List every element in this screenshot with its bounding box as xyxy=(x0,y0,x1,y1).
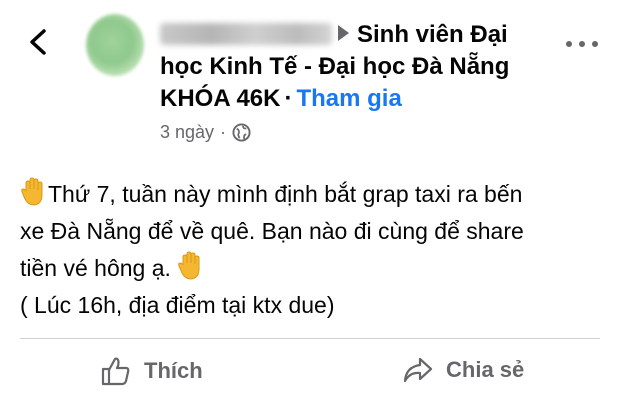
avatar[interactable] xyxy=(86,14,144,76)
header-line-1: Sinh viên Đại xyxy=(160,19,540,51)
author-name-blurred[interactable] xyxy=(160,23,332,45)
group-name-part-3[interactable]: KHÓA 46K xyxy=(160,85,280,112)
separator-dot: · xyxy=(284,85,293,112)
post-text: Thứ 7, tuần này mình định bắt grap taxi … xyxy=(20,176,600,324)
post-line-1: Thứ 7, tuần này mình định bắt grap taxi … xyxy=(20,176,600,213)
globe-icon xyxy=(232,122,251,142)
group-name-part-2[interactable]: học Kinh Tế - Đại học Đà Nẵng xyxy=(160,51,540,83)
like-button[interactable]: Thích xyxy=(100,355,203,387)
triangle-right-icon xyxy=(338,25,349,41)
share-button[interactable]: Chia sẻ xyxy=(402,355,524,385)
post-line-3: tiền vé hông ạ. xyxy=(20,250,600,287)
chevron-left-icon xyxy=(30,29,46,55)
group-name-part-1[interactable]: Sinh viên Đại xyxy=(357,21,508,48)
meta-separator: · xyxy=(220,122,227,142)
waving-hand-icon xyxy=(178,251,200,280)
back-button[interactable] xyxy=(24,26,52,58)
like-label: Thích xyxy=(144,358,203,383)
thumbs-up-icon xyxy=(101,357,130,386)
share-arrow-icon xyxy=(403,357,433,383)
more-dot xyxy=(579,41,585,47)
post-text-line-2: xe Đà Nẵng để về quê. Bạn nào đi cùng để… xyxy=(20,218,524,244)
more-dot xyxy=(566,41,572,47)
post-text-line-1: Thứ 7, tuần này mình định bắt grap taxi … xyxy=(48,181,523,207)
more-options-button[interactable] xyxy=(566,38,598,50)
more-dot xyxy=(592,41,598,47)
join-group-link[interactable]: Tham gia xyxy=(296,85,401,112)
header-line-3: KHÓA 46K · Tham gia xyxy=(160,83,540,115)
action-divider xyxy=(20,338,600,339)
post-text-line-4: ( Lúc 16h, địa điểm tại ktx due) xyxy=(20,292,335,318)
post-header: Sinh viên Đại học Kinh Tế - Đại học Đà N… xyxy=(160,19,540,115)
share-label: Chia sẻ xyxy=(446,357,525,382)
post-meta: 3 ngày · xyxy=(160,121,251,143)
post-timestamp[interactable]: 3 ngày xyxy=(160,121,214,143)
post-text-line-3: tiền vé hông ạ. xyxy=(20,255,171,281)
waving-hand-icon xyxy=(21,177,43,206)
